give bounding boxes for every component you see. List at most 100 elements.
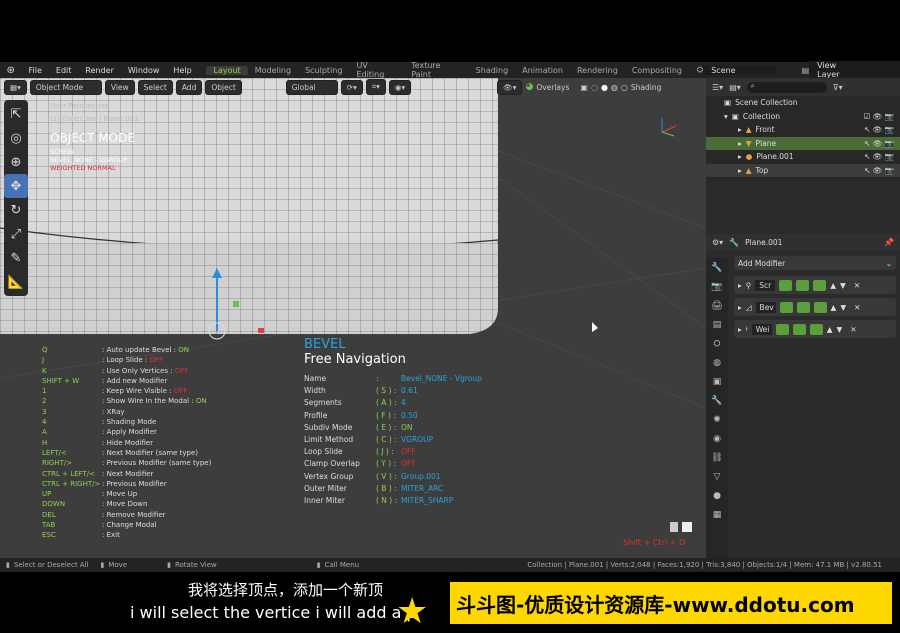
- editmode-toggle-icon[interactable]: [809, 323, 823, 335]
- add-modifier-dropdown[interactable]: Add Modifier ⌄: [734, 256, 896, 270]
- scale-icon[interactable]: ⤢: [4, 222, 28, 246]
- viewport-toggle-icon[interactable]: [796, 279, 810, 291]
- outliner-collection[interactable]: ▾ ▣ Collection ☑ 👁 📷: [706, 110, 900, 124]
- object-menu[interactable]: Object: [205, 79, 242, 95]
- pin-icon[interactable]: 📌: [884, 238, 894, 247]
- expand-icon[interactable]: ▸: [738, 281, 742, 290]
- collection-visibility-icons[interactable]: ☑ 👁 📷: [864, 112, 894, 121]
- outliner-item-plane[interactable]: ▸ ▼ Plane ↖ 👁 📷: [706, 136, 900, 150]
- overlays-dropdown[interactable]: Overlays: [536, 83, 569, 92]
- view-layer-tab-icon[interactable]: ▤: [706, 315, 728, 334]
- measure-icon[interactable]: 📐: [4, 270, 28, 294]
- tab-uv-editing[interactable]: UV Editing: [349, 61, 404, 79]
- render-toggle-icon[interactable]: [779, 301, 793, 313]
- wireframe-shading-icon[interactable]: ◌: [591, 83, 598, 92]
- view-object-types-icon[interactable]: 👁▾: [497, 79, 523, 95]
- move-icon[interactable]: ✥: [4, 174, 28, 198]
- world-tab-icon[interactable]: ◍: [706, 353, 728, 372]
- tab-compositing[interactable]: Compositing: [625, 66, 689, 75]
- menu-edit[interactable]: Edit: [49, 66, 79, 75]
- constraints-tab-icon[interactable]: ⛓: [706, 448, 728, 467]
- outliner-item-top[interactable]: ▸ ▲ Top ↖ 👁 📷: [706, 163, 900, 177]
- particles-tab-icon[interactable]: ✺: [706, 410, 728, 429]
- remove-modifier-icon[interactable]: ✕: [854, 303, 860, 312]
- render-toggle-icon[interactable]: [775, 323, 789, 335]
- outliner-item-plane-001[interactable]: ▸ ● Plane.001 ↖ 👁 📷: [706, 150, 900, 164]
- cursor-icon[interactable]: ◎: [4, 126, 28, 150]
- editor-type-icon[interactable]: ▦▾: [4, 79, 27, 95]
- modifier-bevel[interactable]: ▸ ◿ Bev ▲ ▼ ✕: [734, 298, 896, 316]
- select-box-icon[interactable]: ⇱: [4, 102, 28, 126]
- tab-animation[interactable]: Animation: [515, 66, 570, 75]
- scene-name[interactable]: Scene: [703, 65, 776, 75]
- solid-shading-icon[interactable]: ●: [601, 83, 608, 92]
- visibility-icons[interactable]: ↖ 👁 📷: [864, 125, 894, 134]
- outliner-item-front[interactable]: ▸ ▲ Front ↖ 👁 📷: [706, 123, 900, 137]
- render-tab-icon[interactable]: 📷: [706, 277, 728, 296]
- editmode-toggle-icon[interactable]: [813, 301, 827, 313]
- output-tab-icon[interactable]: 🖨: [706, 296, 728, 315]
- tab-texture-paint[interactable]: Texture Paint: [404, 61, 468, 79]
- scene-tab-icon[interactable]: ⛭: [706, 334, 728, 353]
- menu-render[interactable]: Render: [78, 66, 120, 75]
- overlays-icon[interactable]: ◕: [525, 82, 533, 92]
- proportional-icon[interactable]: ◉▾: [388, 79, 412, 95]
- move-down-icon[interactable]: ▼: [840, 303, 846, 312]
- material-tab-icon[interactable]: ●: [706, 486, 728, 505]
- viewport-toggle-icon[interactable]: [796, 301, 810, 313]
- move-up-icon[interactable]: ▲: [831, 303, 837, 312]
- modifier-tab-icon[interactable]: 🔧: [706, 391, 728, 410]
- menu-window[interactable]: Window: [121, 66, 167, 75]
- visibility-icons[interactable]: ↖ 👁 📷: [864, 152, 894, 161]
- material-shading-icon[interactable]: ◍: [611, 83, 618, 92]
- menu-help[interactable]: Help: [166, 66, 198, 75]
- view-layer-icon[interactable]: ▤: [802, 66, 810, 75]
- xray-icon[interactable]: ▣: [580, 83, 588, 92]
- select-menu[interactable]: Select: [137, 79, 173, 95]
- expand-icon[interactable]: ▾: [724, 112, 728, 121]
- tab-sculpting[interactable]: Sculpting: [298, 66, 349, 75]
- blender-logo-icon[interactable]: ⊛: [0, 65, 22, 76]
- move-up-icon[interactable]: ▲: [827, 325, 833, 334]
- mode-dropdown[interactable]: Object Mode: [29, 79, 102, 95]
- outliner-scene-collection[interactable]: ▣ Scene Collection: [706, 96, 900, 110]
- menu-file[interactable]: File: [22, 66, 49, 75]
- expand-icon[interactable]: ▸: [738, 325, 742, 334]
- physics-tab-icon[interactable]: ◉: [706, 429, 728, 448]
- rendered-shading-icon[interactable]: ○: [621, 83, 628, 92]
- modifier-name[interactable]: Scr: [755, 279, 776, 291]
- expand-icon[interactable]: ▸: [738, 303, 742, 312]
- object-tab-icon[interactable]: ▣: [706, 372, 728, 391]
- editmode-toggle-icon[interactable]: [813, 279, 827, 291]
- 3d-viewport[interactable]: ▦▾ Object Mode View Select Add Object Gl…: [0, 78, 706, 564]
- rotate-icon[interactable]: ↻: [4, 198, 28, 222]
- properties-editor-icon[interactable]: ⚙▾: [712, 238, 723, 247]
- visibility-icons[interactable]: ↖ 👁 📷: [864, 139, 894, 148]
- annotate-icon[interactable]: ✎: [4, 246, 28, 270]
- modifier-name[interactable]: Wei: [751, 323, 772, 335]
- select-circle-icon[interactable]: ⊕: [4, 150, 28, 174]
- tab-shading[interactable]: Shading: [469, 66, 516, 75]
- add-menu[interactable]: Add: [175, 79, 203, 95]
- tool-tab-icon[interactable]: 🔧: [706, 258, 728, 277]
- shading-dropdown[interactable]: Shading: [631, 83, 661, 92]
- outliner-filter-icon[interactable]: ⊽▾: [833, 83, 843, 92]
- modifier-screw[interactable]: ▸ ⚲ Scr ▲ ▼ ✕: [734, 276, 896, 294]
- tab-rendering[interactable]: Rendering: [570, 66, 625, 75]
- tab-modeling[interactable]: Modeling: [248, 66, 298, 75]
- modifier-name[interactable]: Bev: [755, 301, 776, 313]
- orientation-dropdown[interactable]: Global: [285, 79, 338, 95]
- visibility-icons[interactable]: ↖ 👁 📷: [864, 166, 894, 175]
- view-layer-name[interactable]: View Layer: [809, 61, 900, 79]
- outliner-editor-icon[interactable]: ☰▾: [712, 83, 723, 92]
- tab-layout[interactable]: Layout: [206, 65, 248, 75]
- outliner-search-icon[interactable]: ⌕: [746, 81, 827, 93]
- texture-tab-icon[interactable]: ▦: [706, 505, 728, 524]
- outliner[interactable]: ☰▾ ▤▾ ⌕ ⊽▾ ▣ Scene Collection ▾ ▣ Collectio…: [706, 78, 900, 180]
- move-up-icon[interactable]: ▲: [830, 281, 836, 290]
- viewport-toggle-icon[interactable]: [792, 323, 806, 335]
- remove-modifier-icon[interactable]: ✕: [854, 281, 860, 290]
- move-down-icon[interactable]: ▼: [836, 325, 842, 334]
- outliner-display-icon[interactable]: ▤▾: [729, 83, 741, 92]
- pivot-icon[interactable]: ⟳▾: [340, 79, 363, 95]
